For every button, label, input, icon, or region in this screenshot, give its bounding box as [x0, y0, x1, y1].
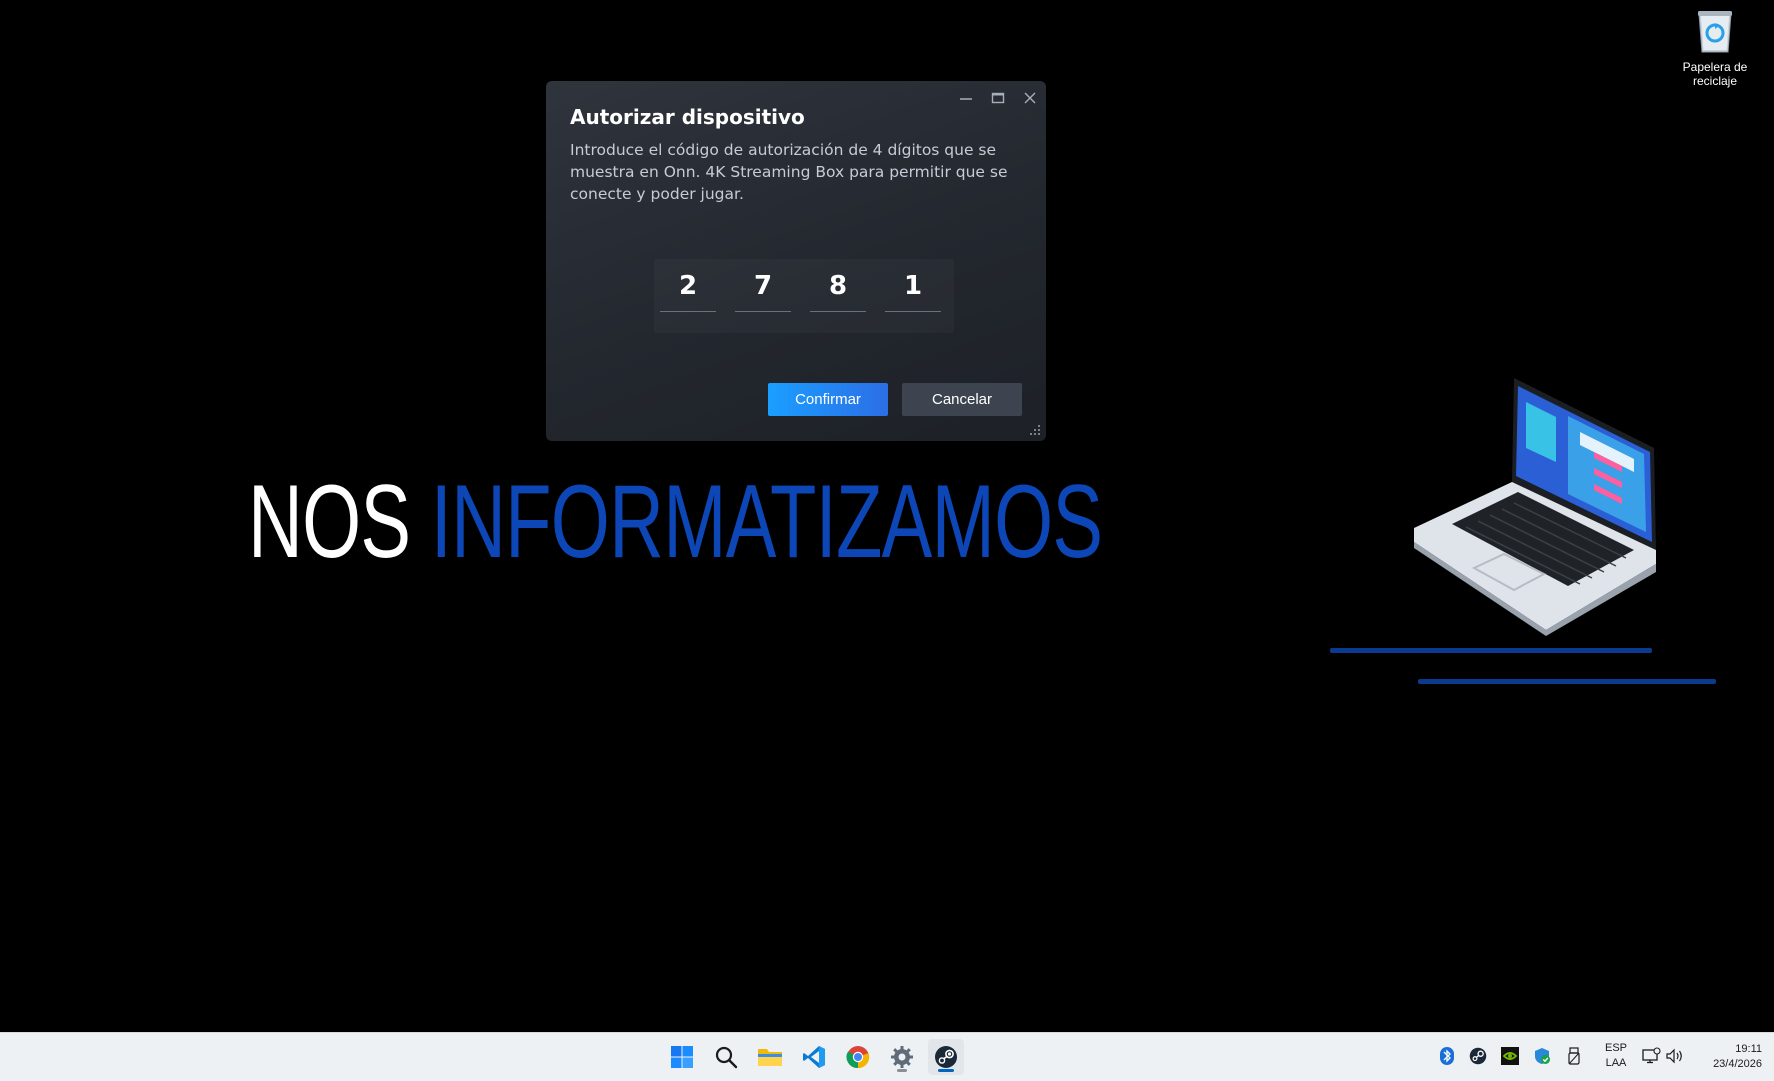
close-icon [1024, 92, 1036, 104]
bluetooth-tray[interactable] [1436, 1045, 1458, 1067]
language-code: ESP [1604, 1042, 1627, 1054]
code-digit-1[interactable]: 2 [660, 259, 716, 312]
vscode-icon [803, 1046, 825, 1068]
steam-button[interactable] [928, 1039, 964, 1075]
chrome-button[interactable] [840, 1039, 876, 1075]
settings-button[interactable] [884, 1039, 920, 1075]
minimize-button[interactable] [952, 87, 980, 109]
desktop: Papelera de reciclaje NOS INFORMATIZAMOS [0, 0, 1774, 1032]
brand-word-nos: NOS [248, 464, 411, 580]
recycle-bin-shortcut[interactable]: Papelera de reciclaje [1674, 8, 1756, 88]
minimize-icon [960, 98, 972, 100]
network-icon [1642, 1047, 1661, 1064]
steam-icon [935, 1046, 957, 1068]
laptop-illustration [1408, 372, 1670, 636]
settings-running-indicator [897, 1069, 907, 1072]
clock-date: 23/4/2026 [1713, 1058, 1762, 1070]
volume-tray[interactable] [1664, 1045, 1686, 1067]
chrome-icon [846, 1046, 870, 1069]
authorize-device-dialog: Autorizar dispositivo Introduce el códig… [546, 81, 1046, 441]
network-tray[interactable] [1640, 1045, 1662, 1067]
steam-tray-icon [1469, 1047, 1487, 1065]
keyboard-layout: LAA [1605, 1057, 1627, 1069]
maximize-icon [991, 92, 1005, 104]
start-button[interactable] [664, 1039, 700, 1075]
nvidia-icon [1501, 1047, 1519, 1065]
file-explorer-icon [758, 1049, 782, 1066]
security-tray[interactable] [1531, 1045, 1553, 1067]
confirm-button[interactable]: Confirmar [768, 383, 888, 416]
taskbar: ESP LAA 19:11 23/4/2026 [0, 1032, 1774, 1081]
maximize-button[interactable] [984, 87, 1012, 109]
steam-tray[interactable] [1467, 1045, 1489, 1067]
resize-grip-icon[interactable] [1028, 423, 1042, 437]
vscode-button[interactable] [796, 1039, 832, 1075]
volume-icon [1666, 1048, 1682, 1064]
clock[interactable]: 19:11 23/4/2026 [1694, 1042, 1762, 1072]
recycle-bin-icon [1695, 8, 1735, 54]
usb-tray[interactable] [1563, 1045, 1585, 1067]
wallpaper-line-top [1330, 648, 1652, 653]
wallpaper-line-bottom [1418, 679, 1716, 684]
clock-time: 19:11 [1735, 1043, 1762, 1055]
code-digit-3[interactable]: 8 [810, 259, 866, 312]
usb-icon [1568, 1047, 1580, 1065]
code-digit-4[interactable]: 1 [885, 259, 941, 312]
nvidia-tray[interactable] [1499, 1045, 1521, 1067]
authorization-code: 2 7 8 1 [654, 259, 954, 333]
brand-word-informatizamos: INFORMATIZAMOS [430, 464, 1103, 580]
steam-active-indicator [938, 1069, 954, 1072]
close-button[interactable] [1016, 87, 1044, 109]
cancel-button[interactable]: Cancelar [902, 383, 1022, 416]
search-icon [715, 1046, 738, 1069]
recycle-bin-label: Papelera de reciclaje [1682, 60, 1748, 88]
file-explorer-button[interactable] [752, 1039, 788, 1075]
settings-icon [891, 1046, 913, 1068]
bluetooth-icon [1440, 1047, 1454, 1065]
dialog-description: Introduce el código de autorización de 4… [570, 141, 1008, 203]
language-indicator[interactable]: ESP LAA [1598, 1041, 1634, 1071]
dialog-title: Autorizar dispositivo [570, 105, 805, 129]
wallpaper-brand-text: NOS INFORMATIZAMOS [248, 470, 1103, 574]
code-digit-2[interactable]: 7 [735, 259, 791, 312]
start-icon [671, 1046, 693, 1068]
security-icon [1535, 1048, 1550, 1064]
search-button[interactable] [708, 1039, 744, 1075]
